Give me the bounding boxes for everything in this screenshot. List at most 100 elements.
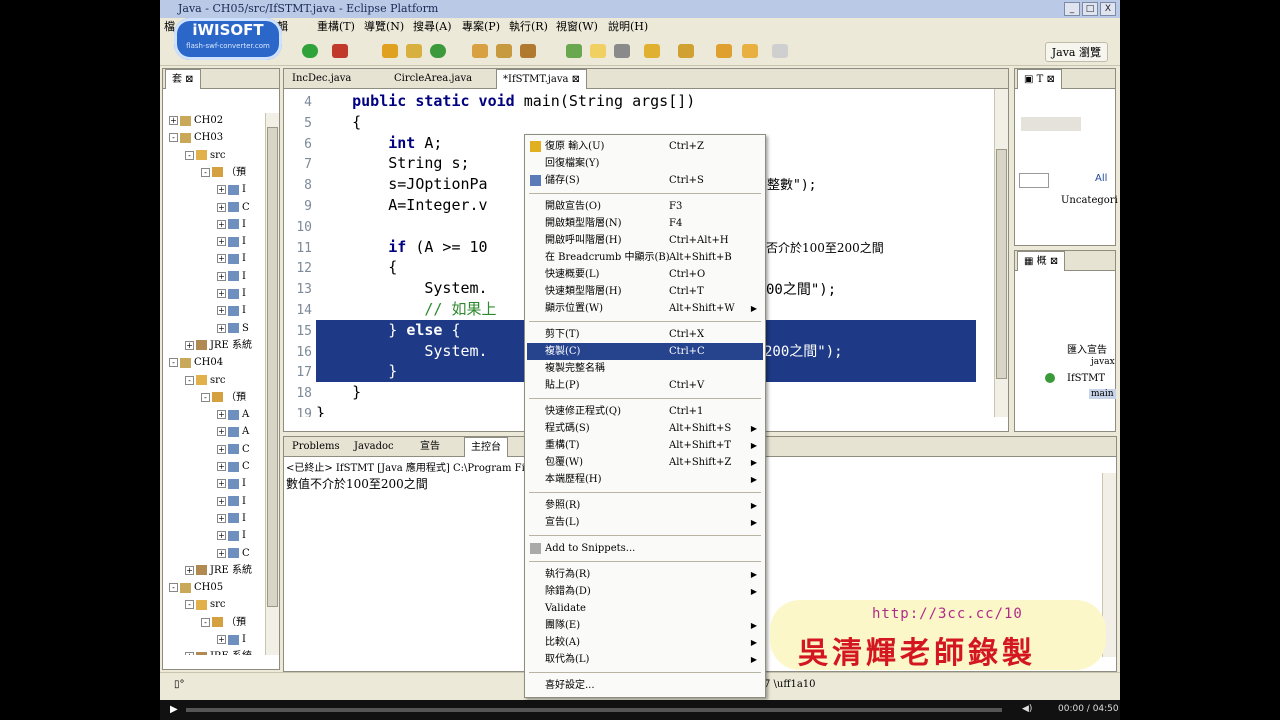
editor-vscrollbar[interactable] [994,89,1008,417]
annotation-icon[interactable] [566,44,582,58]
tab-declaration[interactable]: 宣告 [414,437,446,457]
context-menu-item[interactable]: 快速類型階層(H) Ctrl+T [527,283,763,300]
expand-icon[interactable]: + [217,306,226,316]
tree-item[interactable]: - （預 [201,165,246,181]
tree-item[interactable]: + C [217,459,250,475]
tab-javadoc[interactable]: Javadoc [348,437,400,457]
context-menu-item[interactable]: 本端歷程(H) ▶ [527,471,763,488]
outline-main-method[interactable]: main [1089,389,1116,399]
forward-arrow-icon[interactable] [772,44,788,58]
context-menu-item[interactable]: 開啟呼叫階層(H) Ctrl+Alt+H [527,232,763,249]
tree-item[interactable]: - src [185,597,226,613]
tree-item[interactable]: + I [217,286,246,302]
context-menu-item[interactable]: 程式碼(S) Alt+Shift+S ▶ [527,420,763,437]
tree-item[interactable]: + A [217,424,249,440]
open-resource-icon[interactable] [496,44,512,58]
tree-item[interactable]: + I [217,494,246,510]
context-menu-item[interactable]: 顯示位置(W) Alt+Shift+W ▶ [527,300,763,317]
tree-item[interactable]: + I [217,251,246,267]
mark-occurrences-icon[interactable] [590,44,606,58]
collapse-icon[interactable]: - [185,600,194,610]
context-menu-item[interactable]: 比較(A) ▶ [527,634,763,651]
minimize-button[interactable]: _ [1064,2,1080,16]
context-menu-item[interactable]: 復原 輸入(U) Ctrl+Z [527,138,763,155]
debug-icon[interactable] [332,44,348,58]
tree-item[interactable]: + I [217,269,246,285]
context-menu-item[interactable]: 團隊(E) ▶ [527,617,763,634]
tab-console[interactable]: 主控台 [464,437,508,457]
expand-icon[interactable]: + [217,531,226,541]
collapse-icon[interactable]: - [169,133,178,143]
menu-window[interactable]: 視窗(W) [556,18,598,36]
tab-ifstmt[interactable]: *IfSTMT.java ⊠ [496,69,588,89]
expand-icon[interactable]: + [217,479,226,489]
expand-icon[interactable]: + [217,219,226,229]
context-menu-item[interactable]: 貼上(P) Ctrl+V [527,377,763,394]
expand-icon[interactable]: + [217,202,226,212]
tree-item[interactable]: + JRE 系統 [185,338,252,354]
uncategorized-item[interactable]: Uncategori [1061,195,1118,206]
expand-icon[interactable]: + [169,116,178,125]
seek-bar[interactable] [186,708,1002,712]
collapse-icon[interactable]: - [185,375,194,385]
tab-problems[interactable]: Problems [286,437,346,457]
expand-icon[interactable]: + [217,323,226,333]
collapse-icon[interactable]: - [201,617,210,627]
menu-project[interactable]: 專案(P) [462,18,500,36]
context-menu-item[interactable]: 開啟宣告(O) F3 [527,198,763,215]
tree-item[interactable]: + JRE 系統 [185,563,252,579]
menu-help[interactable]: 說明(H) [608,18,648,36]
code-line[interactable]: 4 public static void main(String args[]) [284,91,984,112]
context-menu-item[interactable]: 除錯為(D) ▶ [527,583,763,600]
outline-imports[interactable]: 匯入宣告 [1067,341,1107,356]
java-browsing-perspective[interactable]: Java 瀏覽 [1044,42,1108,62]
context-menu-item[interactable]: 執行為(R) ▶ [527,566,763,583]
expand-icon[interactable]: + [217,548,226,558]
tree-item[interactable]: + A [217,407,249,423]
collapse-icon[interactable]: - [201,167,210,177]
expand-icon[interactable]: + [217,254,226,264]
tree-item[interactable]: + I [217,234,246,250]
context-menu-item[interactable]: Add to Snippets... [527,540,763,557]
expand-icon[interactable]: + [185,565,194,575]
expand-icon[interactable]: + [217,410,226,420]
expand-icon[interactable]: + [217,444,226,454]
volume-icon[interactable]: ◀) [1022,704,1032,714]
tree-scroll-thumb[interactable] [267,127,278,607]
context-menu-item[interactable]: 剪下(T) Ctrl+X [527,326,763,343]
context-menu-item[interactable]: 喜好設定... [527,677,763,694]
tree-item[interactable]: + I [217,476,246,492]
tree-item[interactable]: + I [217,182,246,198]
expand-icon[interactable]: + [217,271,226,281]
tree-item[interactable]: + JRE 系統 [185,649,252,655]
tree-item[interactable]: + I [217,303,246,319]
outline-class[interactable]: IfSTMT [1067,373,1105,384]
tree-item[interactable]: - （預 [201,615,246,631]
expand-icon[interactable]: + [217,462,226,471]
tree-item[interactable]: - src [185,148,226,164]
collapse-icon[interactable]: - [169,358,178,368]
tab-package-explorer[interactable]: 套 ⊠ [165,69,201,89]
menu-refactor[interactable]: 重構(T) [317,18,355,36]
context-menu-item[interactable]: 包覆(W) Alt+Shift+Z ▶ [527,454,763,471]
context-menu-item[interactable]: 開啟類型階層(N) F4 [527,215,763,232]
context-menu-item[interactable]: 回復檔案(Y) [527,155,763,172]
play-button[interactable]: ▶ [170,704,178,715]
context-menu-item[interactable]: 取代為(L) ▶ [527,651,763,668]
context-menu-item[interactable]: 宣告(L) ▶ [527,514,763,531]
collapse-icon[interactable]: - [169,583,178,593]
back-history-icon[interactable] [742,44,758,58]
tab-circlearea[interactable]: CircleArea.java [388,69,478,89]
tree-item[interactable]: + C [217,442,250,458]
tree-item[interactable]: + I [217,511,246,527]
menu-navigate[interactable]: 導覽(N) [364,18,404,36]
menu-run[interactable]: 執行(R) [509,18,548,36]
tree-item[interactable]: - CH04 [169,355,223,371]
tab-type-hierarchy[interactable]: ▣ T ⊠ [1017,69,1062,89]
expand-icon[interactable]: + [217,185,226,195]
context-menu-item[interactable]: Validate [527,600,763,617]
context-menu-item[interactable]: 快速概要(L) Ctrl+O [527,266,763,283]
expand-icon[interactable]: + [217,635,226,644]
new-class-icon[interactable] [406,44,422,58]
expand-icon[interactable]: + [217,427,226,437]
